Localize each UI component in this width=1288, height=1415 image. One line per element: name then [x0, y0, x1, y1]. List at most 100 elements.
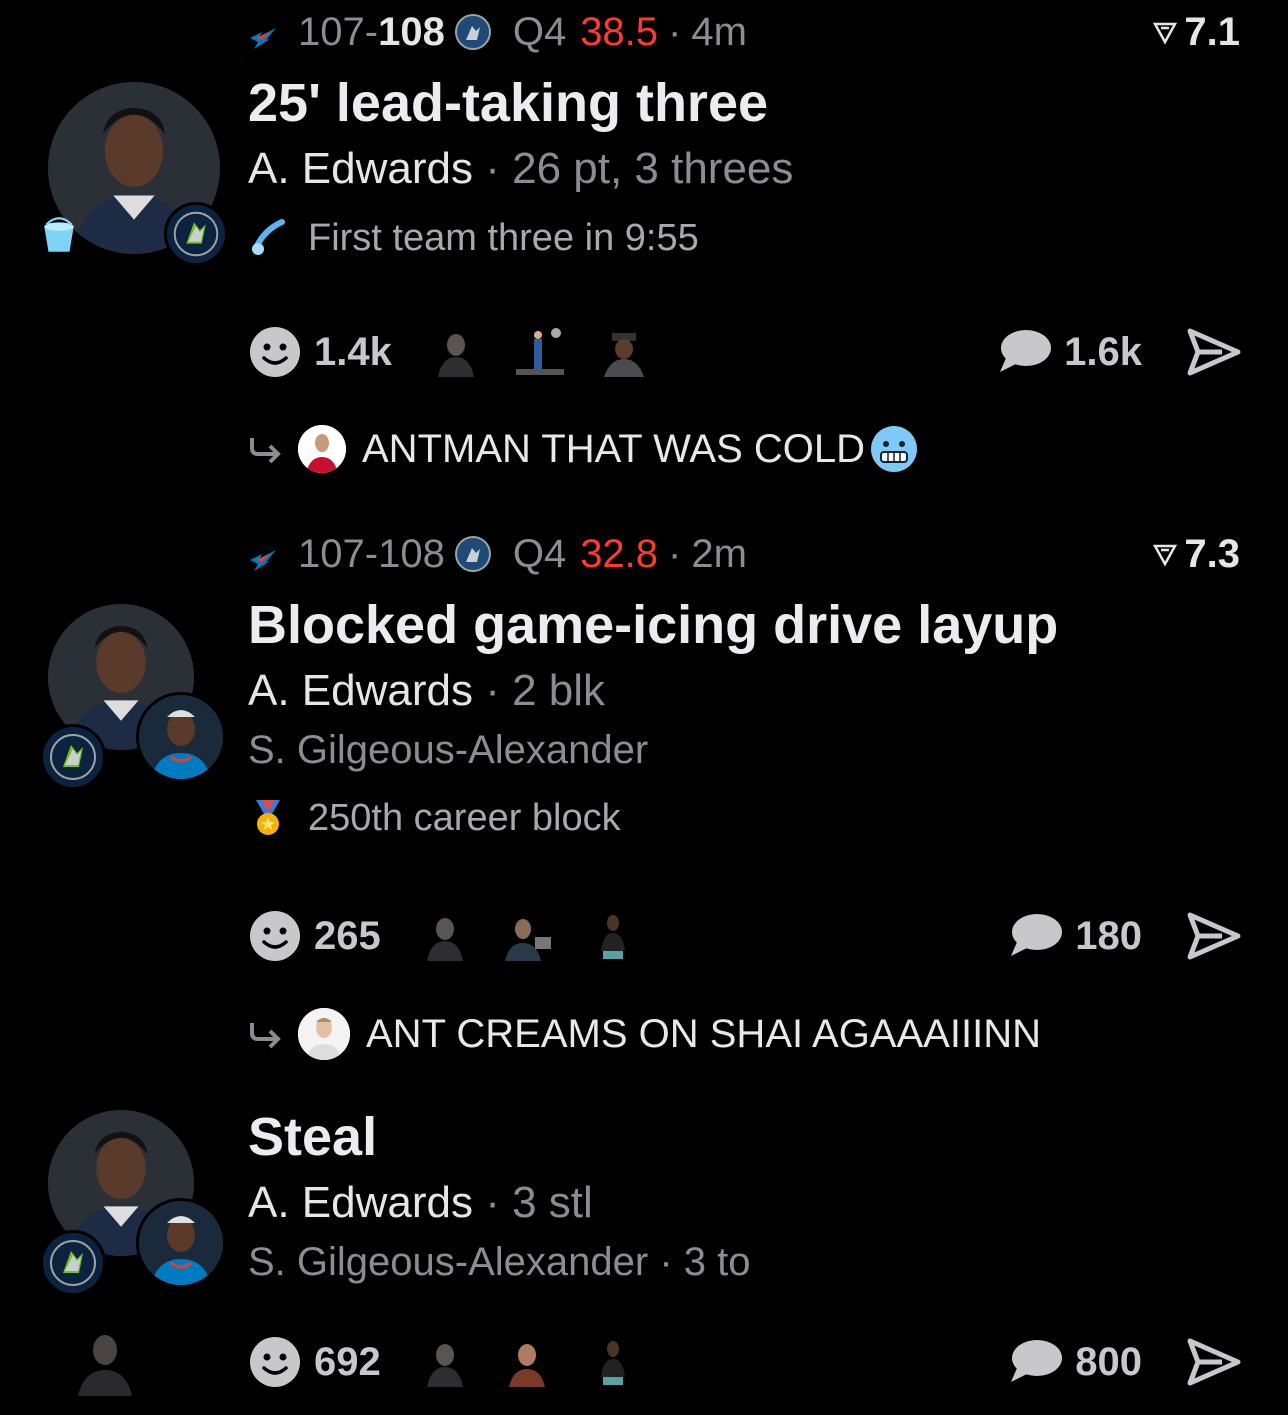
action-bar: 692 800 [248, 1332, 1242, 1392]
reaction-gif-thumbnail[interactable] [68, 1326, 142, 1396]
play-note: 250th career block [248, 794, 1240, 842]
opponent-line: S. Gilgeous-Alexander [248, 724, 1240, 776]
play-rating: 7.3 [1152, 532, 1240, 577]
play-title: Blocked game-icing drive layup [248, 595, 1059, 655]
player-name[interactable]: A. Edwards [248, 1178, 473, 1227]
separator: · [485, 666, 500, 715]
comments-button[interactable]: 1.6k [996, 328, 1142, 376]
player-stat-line: A. Edwards · 2 blk [248, 664, 1240, 718]
reaction-gif-thumbnail[interactable] [416, 1337, 473, 1387]
timberwolves-logo-icon [454, 14, 491, 50]
reaction-thumbnails[interactable] [416, 1337, 669, 1387]
react-button[interactable]: 265 [248, 909, 381, 963]
reaction-gif-thumbnail[interactable] [511, 327, 568, 377]
comment-bubble-icon [1011, 1340, 1063, 1382]
opponent-stat: 3 to [683, 1240, 751, 1284]
reaction-count: 692 [314, 1339, 381, 1384]
game-clock: 38.5 [580, 9, 659, 54]
rating-flag-icon [1153, 544, 1178, 567]
rating-flag-icon [1153, 22, 1178, 45]
time-ago: 2m [691, 531, 747, 576]
note-text: First team three in 9:55 [308, 217, 699, 259]
reaction-gif-thumbnail[interactable] [595, 327, 652, 377]
comments-button[interactable]: 180 [1007, 912, 1142, 960]
player-stat-line: A. Edwards · 26 pt, 3 threes [248, 142, 1240, 196]
player-stat: 3 stl [512, 1178, 593, 1227]
react-button[interactable]: 1.4k [248, 325, 392, 379]
reaction-gif-thumbnail[interactable] [416, 911, 473, 961]
comment-count: 180 [1075, 913, 1142, 958]
time-ago: 4m [691, 9, 747, 54]
bucket-icon [38, 214, 80, 256]
play-title: 25' lead-taking three [248, 73, 769, 133]
note-text: 250th career block [308, 797, 621, 839]
player-avatar-group[interactable] [44, 82, 234, 272]
smiley-icon [250, 911, 300, 961]
reaction-gif-thumbnail[interactable] [427, 327, 484, 377]
reply-arrow-icon [250, 438, 281, 464]
rating-value: 7.3 [1184, 531, 1240, 576]
top-reply[interactable]: ANTMAN THAT WAS COLD [248, 424, 919, 474]
player-avatar-group[interactable] [40, 604, 234, 794]
timberwolves-logo-icon [40, 724, 106, 790]
player-name[interactable]: A. Edwards [248, 666, 473, 715]
player-stat: 26 pt, 3 threes [512, 144, 794, 193]
thunder-logo-icon [248, 17, 278, 49]
reaction-gif-thumbnail[interactable] [500, 1337, 557, 1387]
rating-value: 7.1 [1184, 9, 1240, 54]
comments-button[interactable]: 800 [1007, 1338, 1142, 1386]
freezing-face-icon [871, 426, 918, 472]
share-icon[interactable] [1186, 911, 1242, 961]
opponent-line: S. Gilgeous-Alexander · 3 to [248, 1236, 1240, 1288]
game-context: 107 - 108 Q4 32.8 · 2m 7.3 [248, 532, 1240, 576]
play-rating: 7.1 [1152, 10, 1240, 55]
opponent-avatar [136, 1198, 226, 1288]
separator: · [659, 1240, 673, 1284]
reaction-thumbnails[interactable] [427, 327, 680, 377]
opponent-name[interactable]: S. Gilgeous-Alexander [248, 1240, 648, 1284]
player-name[interactable]: A. Edwards [248, 144, 473, 193]
comment-bubble-icon [1011, 914, 1063, 956]
reaction-gif-thumbnail[interactable] [584, 911, 641, 961]
reaction-thumbnails[interactable] [416, 911, 669, 961]
reply-text: ANTMAN THAT WAS COLD [362, 426, 866, 471]
comment-bubble-icon [1000, 330, 1052, 372]
comment-count: 1.6k [1064, 329, 1142, 374]
timberwolves-logo-icon [454, 536, 491, 572]
action-bar: 265 180 [248, 906, 1242, 966]
reaction-gif-thumbnail[interactable] [584, 1337, 641, 1387]
home-score: 107 [298, 9, 365, 54]
timberwolves-logo-icon [164, 202, 228, 266]
timberwolves-logo-icon [40, 1230, 106, 1296]
play-feed: 107 - 108 Q4 38.5 · 4m 7.1 25' lead-taki… [0, 0, 1288, 1415]
player-avatar-group[interactable] [40, 1110, 234, 1300]
separator: · [485, 144, 500, 193]
reply-avatar [298, 1008, 350, 1060]
share-icon[interactable] [1186, 327, 1242, 377]
reaction-count: 265 [314, 913, 381, 958]
comment-count: 800 [1075, 1339, 1142, 1384]
away-score: 108 [378, 9, 445, 54]
react-button[interactable]: 692 [248, 1335, 381, 1389]
player-stat: 2 blk [512, 666, 606, 715]
reaction-count: 1.4k [314, 329, 392, 374]
away-score: 108 [378, 531, 445, 576]
smiley-icon [250, 327, 300, 377]
quarter: Q4 [512, 531, 567, 576]
top-reply[interactable]: ANT CREAMS ON SHAI AGAAAIIINN [248, 1008, 1041, 1060]
play-title: Steal [248, 1107, 378, 1167]
opponent-name[interactable]: S. Gilgeous-Alexander [248, 728, 648, 772]
player-stat-line: A. Edwards · 3 stl [248, 1176, 1240, 1230]
medal-icon [248, 798, 288, 838]
share-icon[interactable] [1186, 1337, 1242, 1387]
home-score: 107 [298, 531, 365, 576]
opponent-avatar [136, 692, 226, 782]
reaction-gif-thumbnail[interactable] [500, 911, 557, 961]
reply-avatar [298, 425, 346, 473]
separator: · [485, 1178, 500, 1227]
reply-arrow-icon [250, 1023, 281, 1049]
play-note: First team three in 9:55 [248, 214, 1240, 262]
smiley-icon [250, 1337, 300, 1387]
thunder-logo-icon [248, 539, 278, 571]
reply-text: ANT CREAMS ON SHAI AGAAAIIINN [366, 1011, 1041, 1056]
